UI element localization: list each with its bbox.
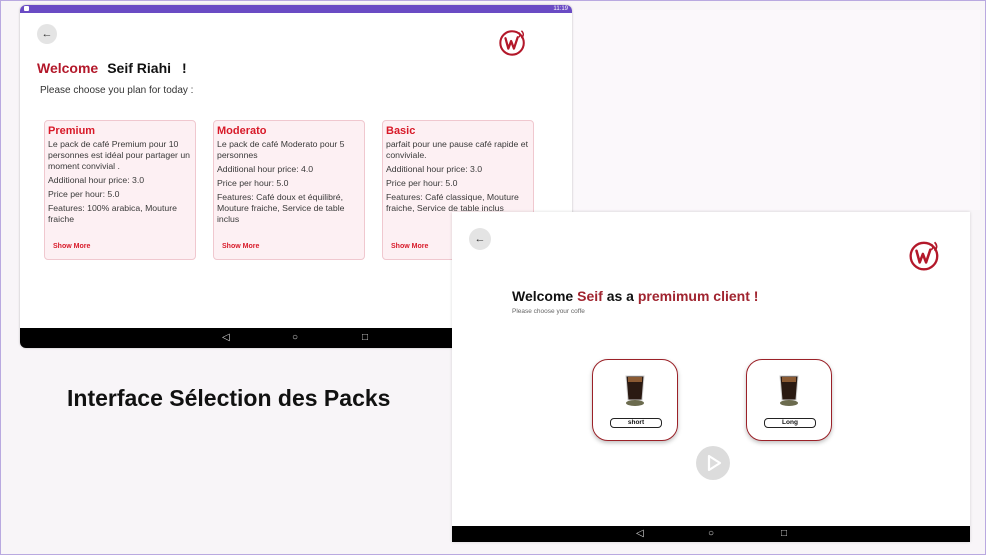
plan-hour-price: Price per hour: 5.0 — [48, 189, 120, 199]
as-a-text: as a — [606, 288, 634, 304]
client-type: premimum client ! — [637, 288, 759, 304]
coffee-selection-screen: ← Welcome Seif as a premimum client ! Pl… — [452, 212, 970, 542]
coffee-label: short — [610, 418, 662, 428]
nav-home-icon[interactable]: ○ — [292, 328, 298, 348]
arrow-left-icon: ← — [41, 28, 53, 40]
welcome-heading: Welcome Seif as a premimum client ! — [512, 288, 758, 304]
nav-back-icon[interactable]: ◁ — [636, 526, 644, 542]
plan-name: Moderato — [217, 125, 267, 137]
sd-card-icon — [24, 6, 29, 11]
plan-features: Features: Café doux et équilibré, Moutur… — [217, 192, 345, 224]
plan-name: Basic — [386, 125, 416, 137]
nav-recents-icon[interactable]: □ — [781, 526, 787, 542]
status-time: 11:19 — [553, 6, 568, 12]
plan-card-moderato[interactable]: Moderato Le pack de café Moderato pour 5… — [213, 120, 365, 260]
android-nav-bar: ◁ ○ □ — [452, 526, 970, 542]
exclamation: ! — [182, 60, 187, 76]
welcome-heading: Welcome Seif Riahi! — [37, 60, 187, 76]
coffee-option-short[interactable]: short — [592, 359, 678, 441]
play-icon — [707, 454, 722, 472]
arrow-left-icon: ← — [474, 233, 486, 245]
plan-name: Premium — [48, 125, 96, 137]
coffee-cup-icon — [779, 375, 799, 406]
back-button[interactable]: ← — [37, 24, 57, 44]
user-name: Seif Riahi — [107, 60, 172, 76]
nav-recents-icon[interactable]: □ — [362, 328, 368, 348]
plan-features: Features: 100% arabica, Mouture fraiche — [48, 203, 177, 224]
plan-description: Le pack de café Premium pour 10 personne… — [48, 139, 190, 171]
plan-subtitle: Please choose you plan for today : — [40, 85, 194, 96]
coffee-cup-icon — [625, 375, 645, 406]
status-bar: 11:19 — [20, 5, 572, 13]
welcome-word: Welcome — [37, 60, 99, 76]
plan-additional-price: Additional hour price: 3.0 — [48, 175, 145, 185]
wifi-coffee-logo — [909, 241, 939, 271]
nav-home-icon[interactable]: ○ — [708, 526, 714, 542]
slide-caption: Interface Sélection des Packs — [67, 385, 391, 411]
show-more-link[interactable]: Show More — [53, 243, 90, 250]
coffee-option-long[interactable]: Long — [746, 359, 832, 441]
play-button[interactable] — [696, 446, 730, 480]
plan-features: Features: Café classique, Mouture fraich… — [386, 192, 519, 213]
coffee-label: Long — [764, 418, 816, 428]
plan-hour-price: Price per hour: 5.0 — [386, 178, 458, 188]
wifi-coffee-logo — [499, 30, 525, 56]
user-name: Seif — [577, 288, 603, 304]
plan-description: Le pack de café Moderato pour 5 personne… — [217, 139, 345, 160]
plan-hour-price: Price per hour: 5.0 — [217, 178, 289, 188]
plan-description: parfait pour une pause café rapide et co… — [386, 139, 528, 160]
background-glow — [560, 10, 980, 210]
show-more-link[interactable]: Show More — [222, 243, 259, 250]
show-more-link[interactable]: Show More — [391, 243, 428, 250]
back-button[interactable]: ← — [469, 228, 491, 250]
nav-back-icon[interactable]: ◁ — [222, 328, 230, 348]
plan-additional-price: Additional hour price: 3.0 — [386, 164, 483, 174]
plan-additional-price: Additional hour price: 4.0 — [217, 164, 314, 174]
plan-card-premium[interactable]: Premium Le pack de café Premium pour 10 … — [44, 120, 196, 260]
welcome-word: Welcome — [512, 288, 574, 304]
coffee-subtitle: Please choose your coffe — [512, 308, 585, 315]
